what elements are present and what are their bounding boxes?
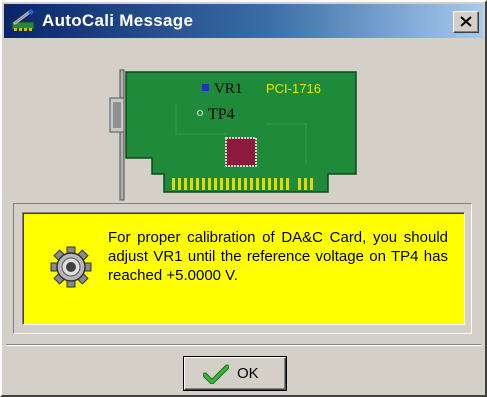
checkmark-icon	[203, 364, 229, 384]
tp4-label: TP4	[208, 106, 235, 123]
message-panel: For proper calibration of DA&C Card, you…	[22, 212, 465, 325]
close-icon	[460, 16, 472, 27]
pci-card-illustration: VR1 PCI-1716 TP4	[109, 69, 357, 201]
window-title: AutoCali Message	[42, 11, 194, 30]
ok-button-label: OK	[237, 365, 259, 382]
card-model-label: PCI-1716	[266, 81, 321, 96]
close-button[interactable]	[453, 11, 479, 33]
message-text: For proper calibration of DA&C Card, you…	[108, 229, 448, 284]
vr1-component	[202, 84, 209, 91]
calibration-tool-icon	[11, 9, 35, 31]
ok-button[interactable]: OK	[184, 357, 286, 390]
message-dialog: AutoCali Message VR1 PCI-1716 TP4 For pr…	[0, 0, 487, 397]
edge-connector	[170, 176, 320, 190]
gear-icon	[50, 246, 92, 288]
title-bar[interactable]: AutoCali Message	[4, 4, 483, 38]
chip-component	[225, 137, 257, 167]
vr1-label: VR1	[214, 81, 242, 97]
button-area-divider	[6, 344, 481, 346]
